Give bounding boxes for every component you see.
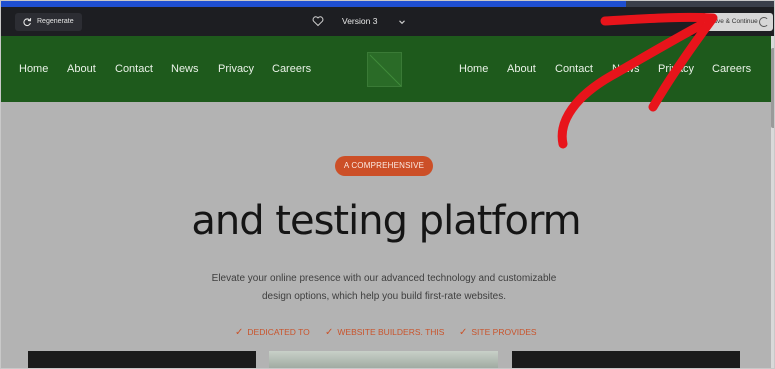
checkmark-icon: ✓: [235, 327, 244, 338]
regenerate-button[interactable]: Regenerate: [15, 13, 82, 31]
scrollbar-thumb[interactable]: [771, 48, 774, 128]
save-and-continue-button[interactable]: Save & Continue: [703, 13, 773, 31]
preview-card-image: [269, 351, 498, 368]
nav-link-privacy[interactable]: Privacy: [218, 63, 254, 75]
editor-toolbar: Regenerate Version 3 Save & Continue: [1, 7, 774, 36]
hero-title: and testing platform: [191, 198, 581, 244]
checkmark-icon: ✓: [325, 327, 334, 338]
hero-badge: A COMPREHENSIVE: [335, 156, 433, 176]
feature-item: ✓ SITE PROVIDES: [459, 327, 537, 338]
version-selector[interactable]: Version 3: [342, 16, 377, 26]
feature-item: ✓ DEDICATED TO: [235, 327, 310, 338]
regenerate-label: Regenerate: [37, 18, 74, 25]
nav-link-contact-right[interactable]: Contact: [555, 63, 593, 75]
nav-link-news-right[interactable]: News: [612, 63, 640, 75]
chevron-down-icon[interactable]: [398, 18, 406, 26]
preview-card-image: [28, 351, 256, 368]
nav-link-privacy-right[interactable]: Privacy: [658, 63, 694, 75]
site-navigation-bar: Home About Contact News Privacy Careers …: [1, 36, 771, 102]
preview-scrollbar[interactable]: [771, 36, 774, 368]
feature-label: SITE PROVIDES: [471, 327, 537, 337]
feature-label: DEDICATED TO: [247, 327, 310, 337]
nav-link-careers-right[interactable]: Careers: [712, 63, 751, 75]
nav-link-home[interactable]: Home: [19, 63, 48, 75]
hero-section: A COMPREHENSIVE and testing platform Ele…: [1, 102, 771, 368]
nav-link-about-right[interactable]: About: [507, 63, 536, 75]
hero-description: Elevate your online presence with our ad…: [211, 273, 557, 302]
heart-icon[interactable]: [312, 15, 324, 27]
checkmark-icon: ✓: [459, 327, 468, 338]
nav-link-news[interactable]: News: [171, 63, 199, 75]
refresh-icon: [23, 18, 32, 27]
save-and-continue-label: Save & Continue: [709, 18, 758, 25]
nav-link-about[interactable]: About: [67, 63, 96, 75]
feature-item: ✓ WEBSITE BUILDERS. THIS: [325, 327, 444, 338]
nav-link-contact[interactable]: Contact: [115, 63, 153, 75]
nav-link-home-right[interactable]: Home: [459, 63, 488, 75]
spinner-icon: [759, 17, 769, 27]
nav-link-careers[interactable]: Careers: [272, 63, 311, 75]
site-logo[interactable]: [367, 52, 402, 87]
feature-label: WEBSITE BUILDERS. THIS: [337, 327, 445, 337]
logo-placeholder-icon: [369, 54, 402, 87]
preview-card-image: [512, 351, 740, 368]
browser-frame: Regenerate Version 3 Save & Continue Hom…: [0, 0, 775, 369]
